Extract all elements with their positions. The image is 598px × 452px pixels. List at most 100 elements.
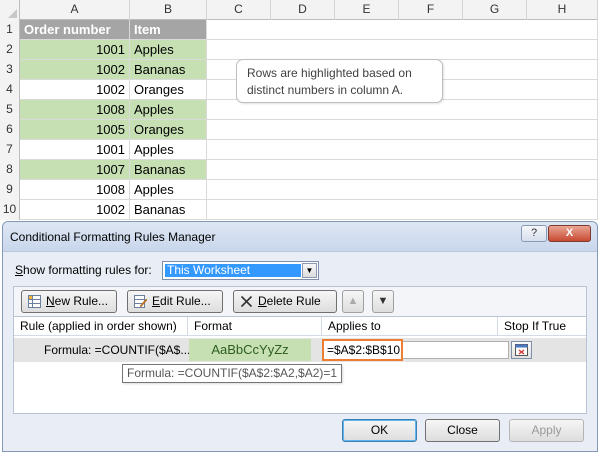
range-select-icon: [515, 344, 528, 356]
empty-cells[interactable]: [207, 160, 598, 179]
table-row: 10 1002 Bananas: [0, 200, 598, 220]
column-header-e[interactable]: E: [335, 0, 399, 20]
new-rule-button[interactable]: New Rule...: [21, 290, 117, 313]
row-header[interactable]: 10: [0, 200, 20, 220]
cell-order-number[interactable]: 1001: [20, 40, 130, 59]
table-row: 2 1001 Apples: [0, 40, 598, 60]
delete-x-icon: [240, 295, 253, 308]
edit-rule-button[interactable]: Edit Rule...: [127, 290, 223, 313]
column-header-b[interactable]: B: [130, 0, 207, 20]
show-rules-select[interactable]: This Worksheet ▼: [162, 261, 319, 280]
rule-formula-tooltip: Formula: =COUNTIF($A$2:$A2,$A2)=1: [122, 364, 343, 383]
cell-order-number[interactable]: 1008: [20, 100, 130, 119]
row-header[interactable]: 4: [0, 80, 20, 100]
col-header-stop-if-true: Stop If True: [504, 319, 567, 333]
cell-item[interactable]: Bananas: [130, 160, 207, 179]
table-row: 5 1008 Apples: [0, 100, 598, 120]
annotation-callout: Rows are highlighted based on distinct n…: [236, 59, 443, 103]
table-row: 8 1007 Bananas: [0, 160, 598, 180]
close-icon[interactable]: X: [548, 225, 591, 242]
col-header-format: Format: [188, 317, 322, 336]
row-header[interactable]: 3: [0, 60, 20, 80]
empty-cells[interactable]: [207, 200, 598, 219]
row-header[interactable]: 7: [0, 140, 20, 160]
note-line-2: distinct numbers in column A.: [247, 83, 404, 97]
dialog-titlebar[interactable]: Conditional Formatting Rules Manager ? X: [3, 222, 597, 252]
empty-cells[interactable]: [207, 120, 598, 139]
cell-item[interactable]: Apples: [130, 140, 207, 159]
empty-cells[interactable]: [207, 40, 598, 59]
column-header-h[interactable]: H: [527, 0, 598, 20]
cell-order-number[interactable]: 1008: [20, 180, 130, 199]
edit-rule-accesskey: E: [152, 294, 161, 308]
help-button[interactable]: ?: [521, 225, 547, 242]
column-header-d[interactable]: D: [271, 0, 335, 20]
row-header[interactable]: 6: [0, 120, 20, 140]
move-up-button[interactable]: ▲: [342, 290, 364, 313]
empty-cells[interactable]: [207, 140, 598, 159]
spreadsheet: A B C D E F G H 1 Order number Item 2 100…: [0, 0, 598, 222]
empty-cells[interactable]: [207, 20, 598, 39]
show-rules-label: Show formatting rules for:: [15, 263, 152, 277]
cell-order-number[interactable]: 1007: [20, 160, 130, 179]
row-header[interactable]: 2: [0, 40, 20, 60]
new-rule-icon: [28, 295, 41, 308]
show-label-text: how formatting rules for:: [23, 263, 152, 277]
cell-item[interactable]: Apples: [130, 180, 207, 199]
show-label-accesskey: S: [15, 263, 24, 277]
cell-order-number[interactable]: 1002: [20, 80, 130, 99]
rules-list: Rule (applied in order shown) Format App…: [13, 317, 587, 414]
select-all-corner[interactable]: [0, 0, 20, 20]
rule-row[interactable]: Formula: =COUNTIF($A$... AaBbCcYyZz =$A$…: [14, 338, 586, 362]
cell-item[interactable]: Apples: [130, 40, 207, 59]
close-button[interactable]: Close: [425, 419, 500, 442]
cell-order-number[interactable]: 1002: [20, 60, 130, 79]
column-header-f[interactable]: F: [399, 0, 463, 20]
chevron-down-icon[interactable]: ▼: [302, 263, 317, 278]
header-cell-order-number[interactable]: Order number: [20, 20, 130, 39]
column-header-c[interactable]: C: [207, 0, 271, 20]
format-preview: AaBbCcYyZz: [189, 339, 311, 361]
column-header-g[interactable]: G: [463, 0, 527, 20]
show-rules-selected-value: This Worksheet: [165, 264, 301, 277]
column-header-row: A B C D E F G H: [0, 0, 598, 20]
cell-item[interactable]: Apples: [130, 100, 207, 119]
cell-item[interactable]: Bananas: [130, 200, 207, 219]
collapse-dialog-button[interactable]: [511, 341, 532, 359]
rule-formula: Formula: =COUNTIF($A$...: [44, 343, 191, 357]
delete-rule-button[interactable]: Delete Rule: [233, 290, 337, 313]
applies-to-input[interactable]: =$A$2:$B$10: [322, 339, 403, 361]
table-row: 9 1008 Apples: [0, 180, 598, 200]
table-row: 7 1001 Apples: [0, 140, 598, 160]
delete-rule-label: elete Rule: [266, 294, 321, 308]
row-header[interactable]: 1: [0, 20, 20, 40]
table-row: 6 1005 Oranges: [0, 120, 598, 140]
header-cell-item[interactable]: Item: [130, 20, 207, 39]
cell-order-number[interactable]: 1002: [20, 200, 130, 219]
cell-item[interactable]: Bananas: [130, 60, 207, 79]
rules-manager-dialog: Conditional Formatting Rules Manager ? X…: [2, 221, 598, 452]
note-line-1: Rows are highlighted based on: [247, 66, 412, 80]
cell-item[interactable]: Oranges: [130, 80, 207, 99]
cell-order-number[interactable]: 1005: [20, 120, 130, 139]
cell-order-number[interactable]: 1001: [20, 140, 130, 159]
cell-item[interactable]: Oranges: [130, 120, 207, 139]
row-header[interactable]: 8: [0, 160, 20, 180]
column-header-a[interactable]: A: [20, 0, 130, 20]
rules-toolbar: New Rule... Edit Rule... Delete Rule ▲ ▼: [13, 286, 587, 317]
empty-cells[interactable]: [207, 180, 598, 199]
ok-button[interactable]: OK: [342, 419, 417, 442]
new-rule-label: ew Rule...: [54, 294, 109, 308]
apply-button[interactable]: Apply: [509, 419, 584, 442]
edit-rule-icon: [134, 295, 147, 308]
col-header-rule: Rule (applied in order shown): [14, 317, 188, 336]
move-down-button[interactable]: ▼: [372, 290, 394, 313]
col-header-applies-to: Applies to: [322, 317, 498, 336]
edit-rule-label: dit Rule...: [160, 294, 211, 308]
dialog-title: Conditional Formatting Rules Manager: [10, 230, 216, 244]
table-row: 1 Order number Item: [0, 20, 598, 40]
row-header[interactable]: 5: [0, 100, 20, 120]
sheet-rows: 1 Order number Item 2 1001 Apples 3 1002 Bana…: [0, 20, 598, 220]
row-header[interactable]: 9: [0, 180, 20, 200]
applies-to-input-tail[interactable]: [403, 341, 509, 359]
